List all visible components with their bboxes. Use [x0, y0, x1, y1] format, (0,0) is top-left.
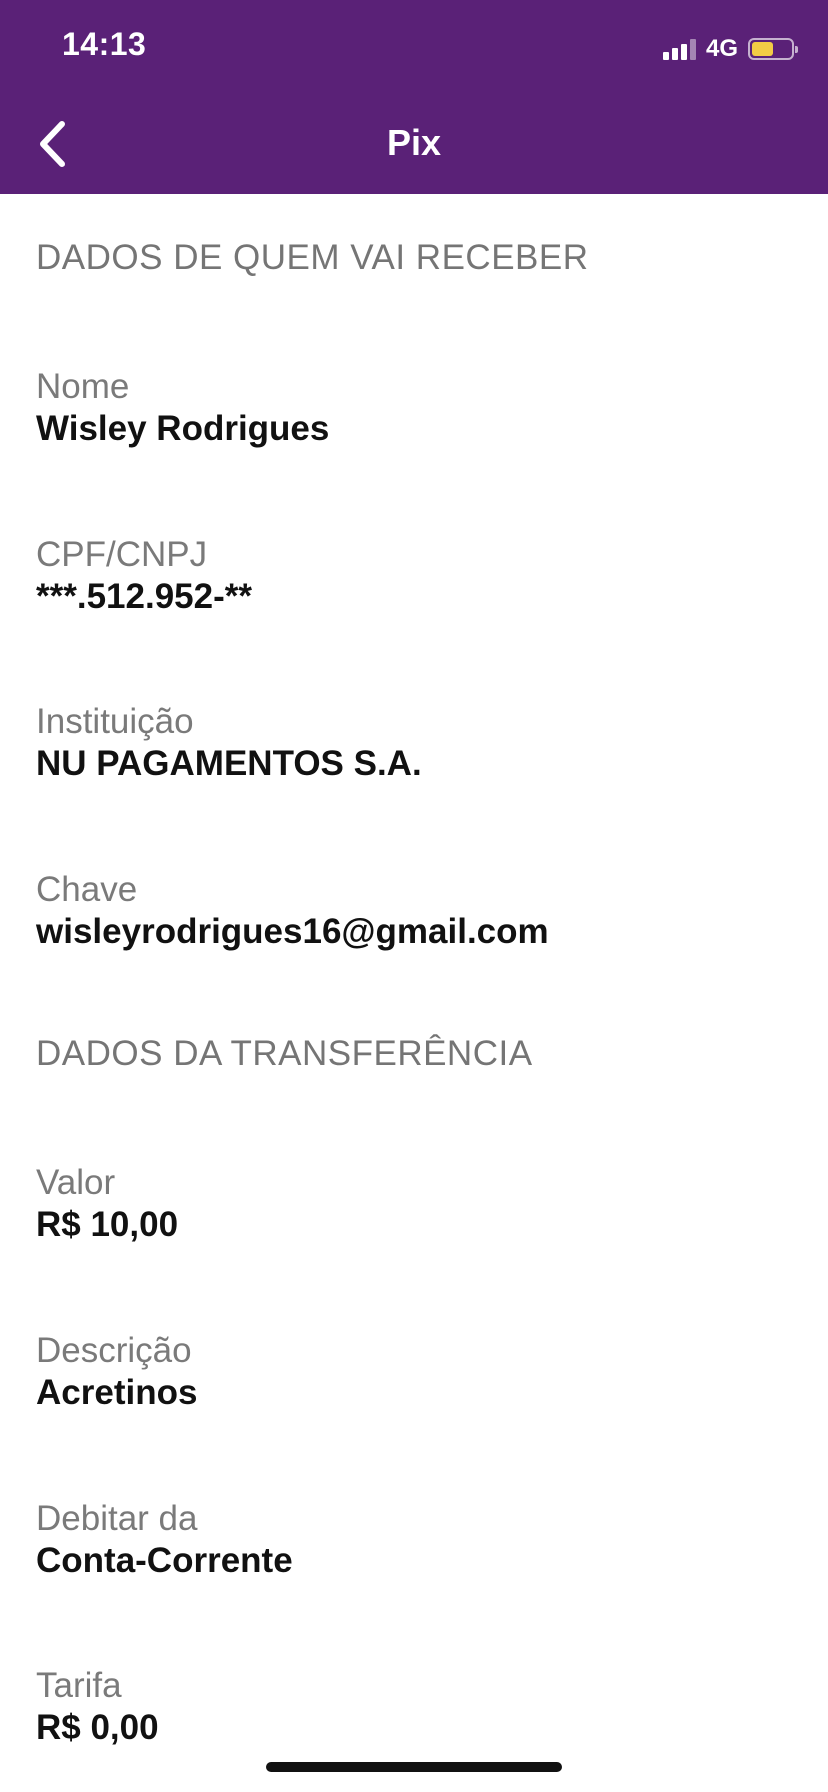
field-value: ***.512.952-** [36, 577, 252, 616]
field-label: Debitar da [36, 1499, 198, 1538]
field-nome: Nome Wisley Rodrigues [36, 366, 796, 450]
field-label: Nome [36, 367, 130, 406]
field-instituicao: Instituição NU PAGAMENTOS S.A. [36, 701, 796, 785]
status-icons: 4G [662, 34, 798, 64]
section-title-transfer: DADOS DA TRANSFERÊNCIA [36, 1034, 533, 1073]
battery-icon [748, 38, 798, 60]
field-value: R$ 0,00 [36, 1708, 159, 1747]
signal-icon [662, 38, 696, 60]
screen: 14:13 4G Pix DADOS DE QUEM VAI RECEBER N… [0, 0, 828, 1792]
field-value: R$ 10,00 [36, 1205, 179, 1244]
field-tarifa: Tarifa R$ 0,00 [36, 1665, 796, 1749]
section-title-recipient: DADOS DE QUEM VAI RECEBER [36, 238, 589, 277]
field-value: Wisley Rodrigues [36, 409, 330, 448]
field-value: Conta-Corrente [36, 1541, 293, 1580]
field-label: CPF/CNPJ [36, 535, 208, 574]
field-label: Instituição [36, 702, 194, 741]
field-chave: Chave wisleyrodrigues16@gmail.com [36, 869, 796, 953]
field-value: Acretinos [36, 1373, 198, 1412]
battery-level [752, 42, 773, 56]
field-label: Chave [36, 870, 138, 909]
field-label: Valor [36, 1163, 116, 1202]
field-descricao: Descrição Acretinos [36, 1330, 796, 1414]
field-label: Tarifa [36, 1666, 122, 1705]
field-cpf-cnpj: CPF/CNPJ ***.512.952-** [36, 534, 796, 618]
home-indicator[interactable] [266, 1762, 562, 1772]
field-value: NU PAGAMENTOS S.A. [36, 744, 422, 783]
page-title: Pix [386, 122, 442, 163]
status-time: 14:13 [62, 26, 147, 62]
field-label: Descrição [36, 1331, 192, 1370]
field-valor: Valor R$ 10,00 [36, 1162, 796, 1246]
network-label: 4G [705, 35, 738, 62]
top-bar: 14:13 4G Pix [0, 0, 828, 194]
field-debitar-da: Debitar da Conta-Corrente [36, 1498, 796, 1582]
field-value: wisleyrodrigues16@gmail.com [36, 912, 549, 951]
